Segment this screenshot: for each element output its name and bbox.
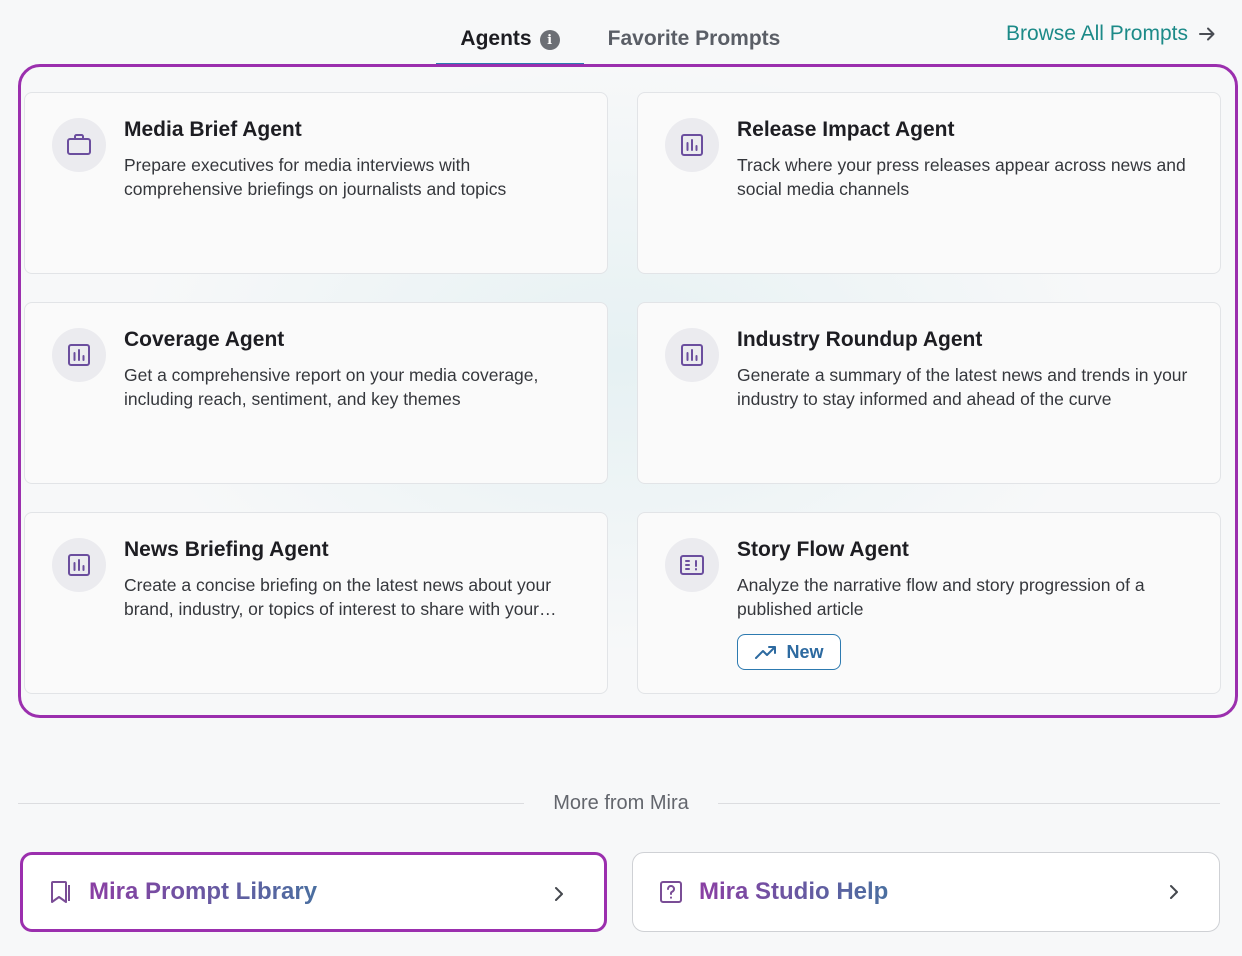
agent-title: Release Impact Agent xyxy=(737,118,955,141)
agent-icon-wrap xyxy=(665,118,719,172)
agent-title: Industry Roundup Agent xyxy=(737,328,983,351)
agent-description: Create a concise briefing on the latest … xyxy=(124,575,552,619)
agent-title: Media Brief Agent xyxy=(124,118,302,141)
bar-chart-icon xyxy=(68,554,90,576)
chevron-right-icon xyxy=(555,887,563,901)
bookmark-icon xyxy=(51,881,70,903)
mira-studio-help-label: Mira Studio Help xyxy=(699,878,889,905)
mira-prompt-library-label: Mira Prompt Library xyxy=(89,878,318,905)
agent-description: Track where your press releases appear a… xyxy=(737,155,1186,199)
divider-line xyxy=(718,803,1220,804)
tab-favorite-prompts[interactable]: Favorite Prompts xyxy=(584,20,804,66)
agent-title: Coverage Agent xyxy=(124,328,285,351)
bar-chart-icon xyxy=(68,344,90,366)
mira-studio-help-link[interactable]: Mira Studio Help xyxy=(632,852,1220,932)
agent-card-industry-roundup[interactable]: Industry Roundup Agent Generate a summar… xyxy=(637,302,1221,484)
bar-chart-icon xyxy=(681,344,703,366)
agent-description: Get a comprehensive report on your media… xyxy=(124,365,539,409)
info-icon[interactable]: i xyxy=(539,30,560,50)
agent-card-story-flow[interactable]: Story Flow Agent Analyze the narrative f… xyxy=(637,512,1221,694)
tab-agents[interactable]: Agents i xyxy=(436,20,584,66)
mira-prompt-library-link[interactable]: Mira Prompt Library xyxy=(20,852,607,932)
agent-description: Analyze the narrative flow and story pro… xyxy=(737,575,1145,619)
tab-agents-label: Agents xyxy=(460,27,532,50)
help-square-icon xyxy=(660,881,682,903)
agent-icon-wrap xyxy=(665,328,719,382)
trending-up-icon xyxy=(755,646,777,659)
arrow-right-icon xyxy=(1199,27,1215,41)
new-badge: New xyxy=(737,634,841,670)
browse-all-prompts-link[interactable]: Browse All Prompts xyxy=(1006,22,1216,46)
agents-grid: Media Brief Agent Prepare executives for… xyxy=(18,64,1238,718)
agent-card-news-briefing[interactable]: News Briefing Agent Create a concise bri… xyxy=(24,512,608,694)
more-from-mira-divider: More from Mira xyxy=(18,792,1220,816)
agent-card-release-impact[interactable]: Release Impact Agent Track where your pr… xyxy=(637,92,1221,274)
agent-description: Prepare executives for media interviews … xyxy=(124,155,507,199)
agent-title: News Briefing Agent xyxy=(124,538,329,561)
agent-icon-wrap xyxy=(52,538,106,592)
briefcase-icon xyxy=(67,134,91,155)
agent-description: Generate a summary of the latest news an… xyxy=(737,365,1188,409)
agent-title: Story Flow Agent xyxy=(737,538,909,561)
browse-all-prompts-label: Browse All Prompts xyxy=(1005,22,1188,45)
divider-line xyxy=(18,803,524,804)
agent-icon-wrap xyxy=(665,538,719,592)
agent-icon-wrap xyxy=(52,328,106,382)
agent-card-media-brief[interactable]: Media Brief Agent Prepare executives for… xyxy=(24,92,608,274)
chevron-right-icon xyxy=(1170,885,1178,899)
more-from-mira-label: More from Mira xyxy=(553,792,689,814)
agent-icon-wrap xyxy=(52,118,106,172)
agent-card-coverage[interactable]: Coverage Agent Get a comprehensive repor… xyxy=(24,302,608,484)
story-flow-icon xyxy=(680,555,704,575)
new-badge-label: New xyxy=(786,641,824,662)
bar-chart-icon xyxy=(681,134,703,156)
tab-favorites-label: Favorite Prompts xyxy=(607,27,781,50)
tab-bar: Agents i Favorite Prompts xyxy=(436,20,804,66)
